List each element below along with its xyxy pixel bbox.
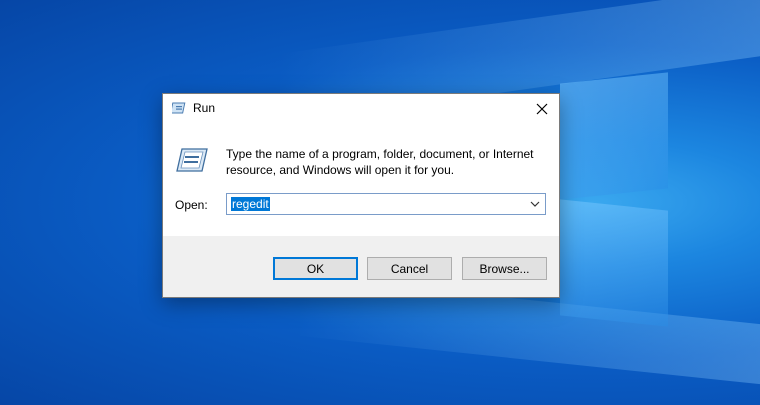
- run-icon: [176, 148, 208, 172]
- title-bar[interactable]: Run: [163, 94, 559, 124]
- open-input-value[interactable]: regedit: [231, 197, 270, 211]
- chevron-down-icon[interactable]: [529, 198, 541, 210]
- open-combobox[interactable]: regedit: [226, 193, 546, 215]
- ok-button[interactable]: OK: [273, 257, 358, 280]
- button-bar: OK Cancel Browse...: [163, 236, 559, 297]
- windows-logo-pane: [560, 199, 668, 327]
- close-icon: [536, 103, 548, 115]
- run-dialog: Run Type the name of a program, folder, …: [162, 93, 560, 298]
- cancel-button[interactable]: Cancel: [367, 257, 452, 280]
- dialog-title: Run: [193, 101, 216, 115]
- windows-logo-pane: [560, 72, 668, 200]
- close-button[interactable]: [525, 94, 559, 124]
- open-label: Open:: [175, 198, 208, 212]
- browse-button[interactable]: Browse...: [462, 257, 547, 280]
- dialog-description: Type the name of a program, folder, docu…: [226, 147, 534, 177]
- run-icon: [172, 102, 186, 114]
